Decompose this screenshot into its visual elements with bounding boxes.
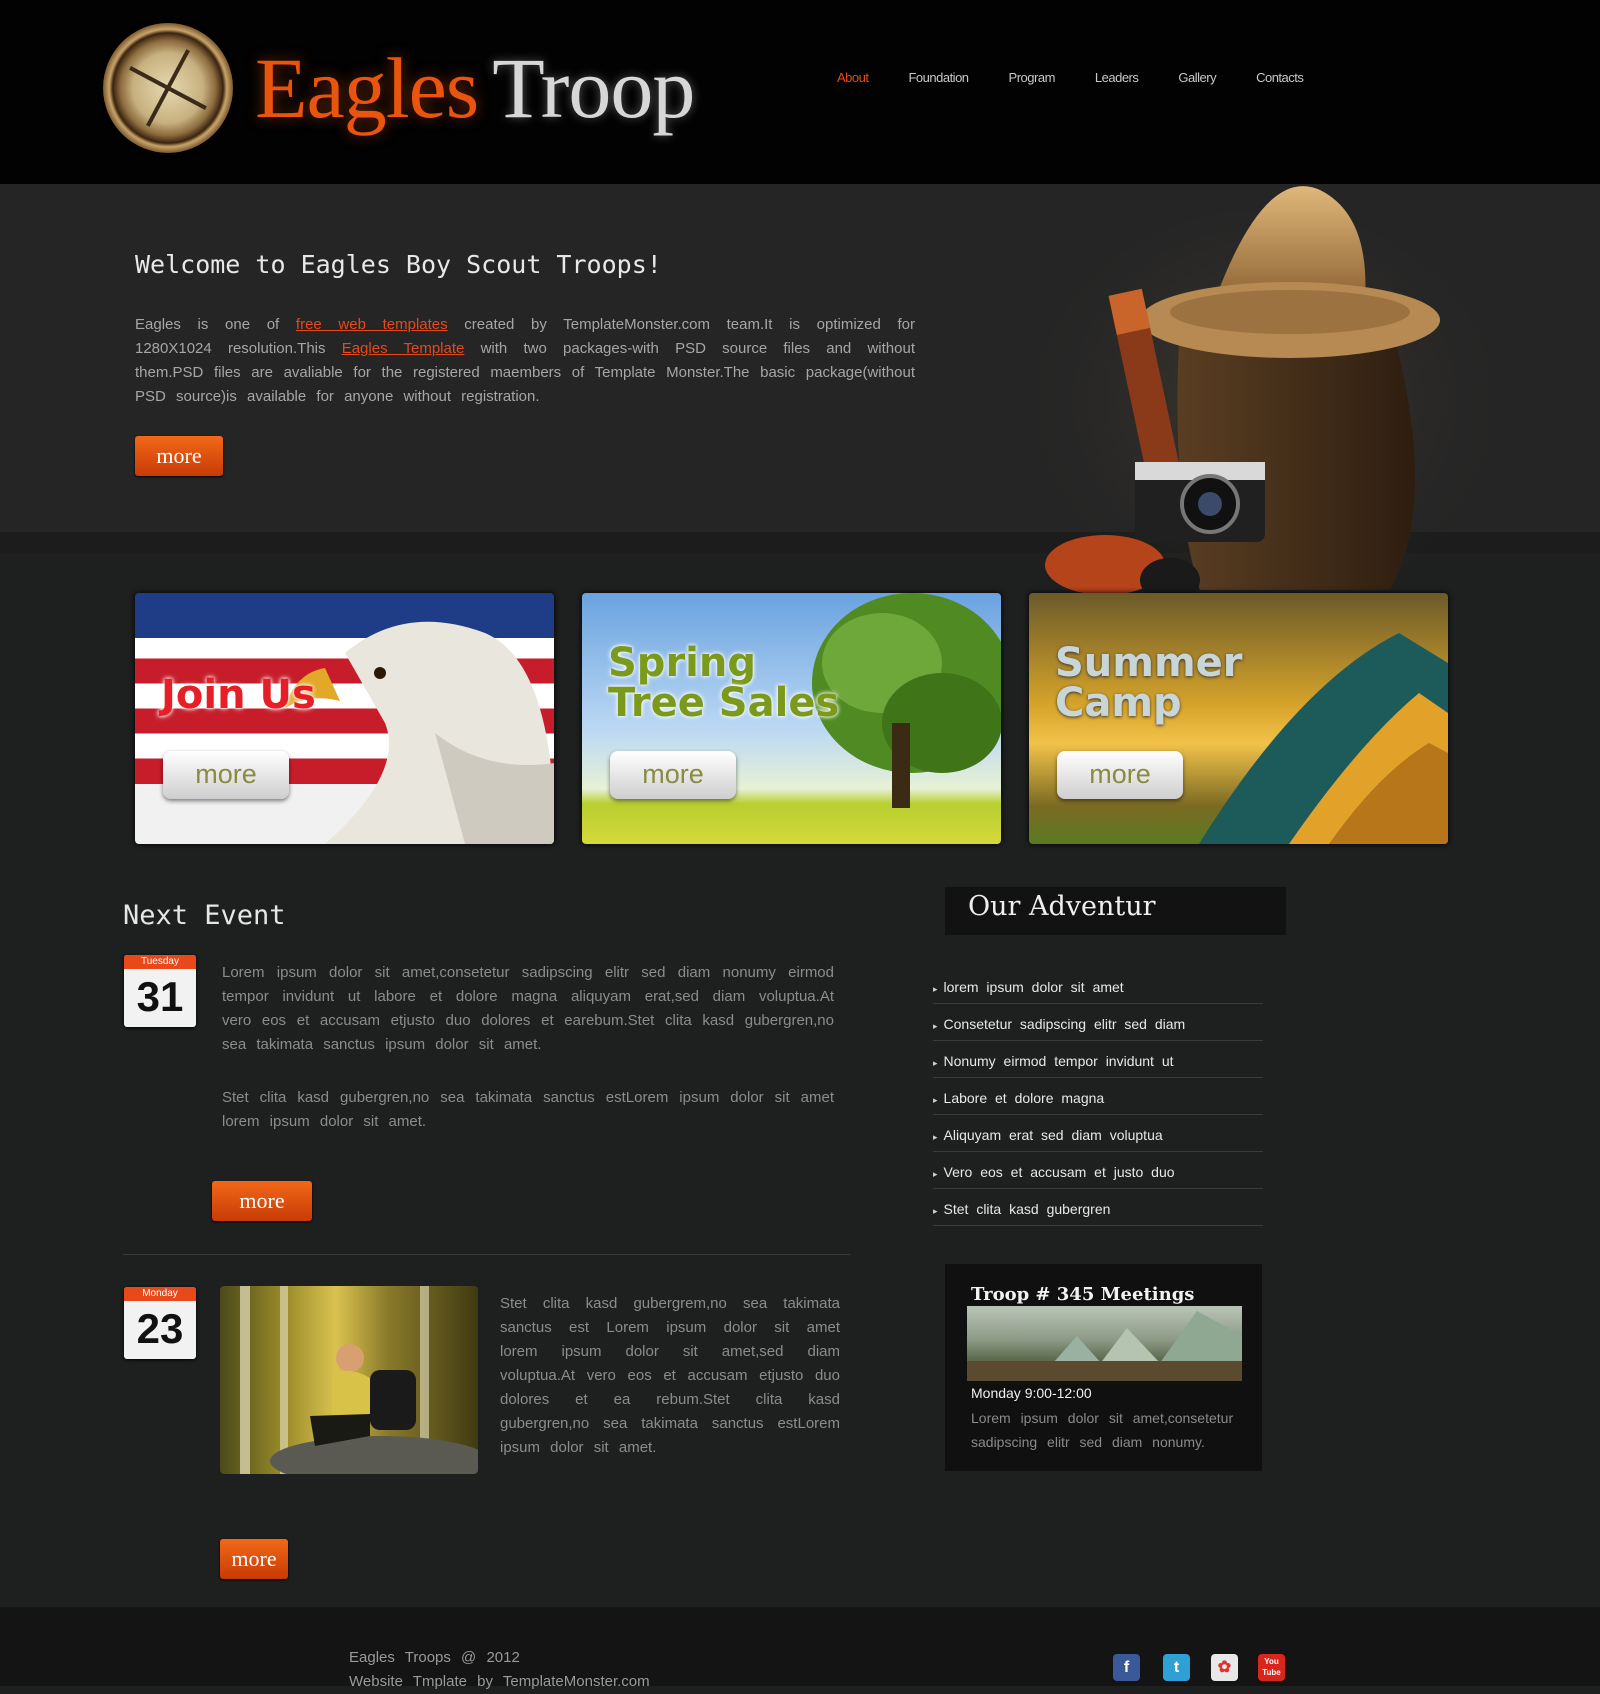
arrow-right-icon: ▸ bbox=[933, 1058, 938, 1068]
list-item-label: Vero eos et accusam et justo duo bbox=[943, 1164, 1175, 1180]
site-logo[interactable]: Eagles Troop bbox=[103, 23, 695, 153]
event-divider bbox=[123, 1254, 850, 1255]
arrow-right-icon: ▸ bbox=[933, 1169, 938, 1179]
list-item[interactable]: ▸ Stet clita kasd gubergren bbox=[933, 1189, 1263, 1226]
meeting-description: Lorem ipsum dolor sit amet,consetetur sa… bbox=[971, 1410, 1234, 1450]
event-more-button[interactable]: more bbox=[212, 1181, 312, 1221]
banner-more-button[interactable]: more bbox=[163, 751, 289, 799]
camp-tents-image bbox=[967, 1306, 1242, 1381]
banner-title-line: Tree Sales bbox=[608, 680, 840, 726]
calendar-date-icon: Monday 23 bbox=[124, 1287, 196, 1359]
compass-logo-icon bbox=[103, 23, 233, 153]
banner-title: Spring Tree Sales bbox=[608, 643, 839, 723]
troop-meetings-title: Troop # 345 Meetings bbox=[971, 1284, 1195, 1305]
nav-leaders[interactable]: Leaders bbox=[1095, 70, 1139, 85]
banner-title-line: Summer bbox=[1055, 640, 1243, 686]
logo-text-troop: Troop bbox=[492, 40, 695, 136]
banner-title: Summer Camp bbox=[1055, 643, 1243, 723]
event-text: Stet clita kasd gubergren,no sea takimat… bbox=[222, 1089, 834, 1130]
calendar-day: Monday bbox=[124, 1287, 196, 1301]
adventure-title: Our Adventur bbox=[968, 891, 1156, 922]
calendar-day: Tuesday bbox=[124, 955, 196, 969]
list-item-label: Stet clita kasd gubergren bbox=[943, 1201, 1111, 1217]
banner-title-line: Spring bbox=[608, 640, 756, 686]
scout-gear-illustration bbox=[1030, 186, 1500, 630]
banner-title-line: Camp bbox=[1055, 680, 1182, 726]
link-free-web-templates[interactable]: free web templates bbox=[296, 316, 448, 333]
arrow-right-icon: ▸ bbox=[933, 1206, 938, 1216]
scout-boy-photo bbox=[220, 1286, 478, 1474]
tents-image bbox=[967, 1311, 1242, 1381]
list-item-label: lorem ipsum dolor sit amet bbox=[943, 979, 1124, 995]
next-event-title: Next Event bbox=[123, 900, 286, 931]
hero-intro: Eagles is one of free web templates crea… bbox=[135, 313, 915, 409]
main-nav: About Foundation Program Leaders Gallery… bbox=[837, 70, 1343, 85]
list-item-label: Labore et dolore magna bbox=[943, 1090, 1105, 1106]
event-text: Lorem ipsum dolor sit amet,consetetur sa… bbox=[222, 964, 834, 1053]
calendar-date: 23 bbox=[136, 1305, 184, 1352]
list-item[interactable]: ▸ lorem ipsum dolor sit amet bbox=[933, 967, 1263, 1004]
twitter-icon[interactable]: t bbox=[1163, 1654, 1190, 1681]
list-item-label: Consetetur sadipscing elitr sed diam bbox=[943, 1016, 1186, 1032]
adventure-header: Our Adventur bbox=[945, 887, 1286, 935]
list-item[interactable]: ▸ Nonumy eirmod tempor invidunt ut bbox=[933, 1041, 1263, 1078]
nav-contacts[interactable]: Contacts bbox=[1256, 70, 1304, 85]
nav-foundation[interactable]: Foundation bbox=[908, 70, 969, 85]
nav-program[interactable]: Program bbox=[1009, 70, 1056, 85]
facebook-icon[interactable]: f bbox=[1113, 1654, 1140, 1681]
banner-spring-tree-sales[interactable]: Spring Tree Sales more bbox=[582, 593, 1001, 844]
banner-join-us[interactable]: Join Us more bbox=[135, 593, 554, 844]
footer-line: Eagles Troops @ 2012 bbox=[349, 1649, 520, 1666]
list-item[interactable]: ▸ Vero eos et accusam et justo duo bbox=[933, 1152, 1263, 1189]
arrow-right-icon: ▸ bbox=[933, 1132, 938, 1142]
nav-about[interactable]: About bbox=[837, 70, 869, 85]
logo-text-eagles: Eagles bbox=[255, 40, 479, 136]
header: Eagles Troop About Foundation Program Lea… bbox=[0, 0, 1600, 184]
banner-more-button[interactable]: more bbox=[610, 751, 736, 799]
calendar-date-icon: Tuesday 31 bbox=[124, 955, 196, 1027]
adventure-list: ▸ lorem ipsum dolor sit amet ▸ Consetetur … bbox=[933, 967, 1263, 1226]
arrow-right-icon: ▸ bbox=[933, 1095, 938, 1105]
hero-more-button[interactable]: more bbox=[135, 436, 223, 476]
list-item[interactable]: ▸ Aliquyam erat sed diam voluptua bbox=[933, 1115, 1263, 1152]
event-text: Stet clita kasd gubergrem,no sea takimat… bbox=[500, 1295, 840, 1456]
footer: Eagles Troops @ 2012 Website Tmplate by … bbox=[0, 1607, 1600, 1690]
list-item-label: Nonumy eirmod tempor invidunt ut bbox=[943, 1053, 1174, 1069]
event-more-button[interactable]: more bbox=[220, 1539, 288, 1579]
banner-summer-camp[interactable]: Summer Camp more bbox=[1029, 593, 1448, 844]
nav-gallery[interactable]: Gallery bbox=[1178, 70, 1216, 85]
banner-more-button[interactable]: more bbox=[1057, 751, 1183, 799]
calendar-date: 31 bbox=[136, 973, 184, 1020]
footer-copyright: Eagles Troops @ 2012 Website Tmplate by … bbox=[349, 1646, 650, 1694]
link-eagles-template[interactable]: Eagles Template bbox=[342, 340, 465, 357]
meeting-schedule: Monday 9:00-12:00 bbox=[971, 1385, 1092, 1401]
youtube-icon[interactable]: You Tube bbox=[1258, 1654, 1285, 1681]
banner-title: Join Us bbox=[161, 672, 316, 718]
arrow-right-icon: ▸ bbox=[933, 984, 938, 994]
picasa-icon[interactable]: ✿ bbox=[1211, 1654, 1238, 1681]
troop-meetings-box: Troop # 345 Meetings Monday 9:00-12:00 L… bbox=[945, 1264, 1262, 1471]
list-item[interactable]: ▸ Labore et dolore magna bbox=[933, 1078, 1263, 1115]
footer-credit-link[interactable]: Website Tmplate by TemplateMonster.com bbox=[349, 1670, 650, 1694]
arrow-right-icon: ▸ bbox=[933, 1021, 938, 1031]
list-item[interactable]: ▸ Consetetur sadipscing elitr sed diam bbox=[933, 1004, 1263, 1041]
hero-title: Welcome to Eagles Boy Scout Troops! bbox=[135, 250, 662, 279]
list-item-label: Aliquyam erat sed diam voluptua bbox=[943, 1127, 1163, 1143]
intro-text: Eagles is one of bbox=[135, 316, 296, 333]
eagle-image bbox=[285, 621, 554, 844]
scout-photo-image bbox=[240, 1286, 478, 1474]
logo-text: Eagles Troop bbox=[255, 45, 695, 131]
